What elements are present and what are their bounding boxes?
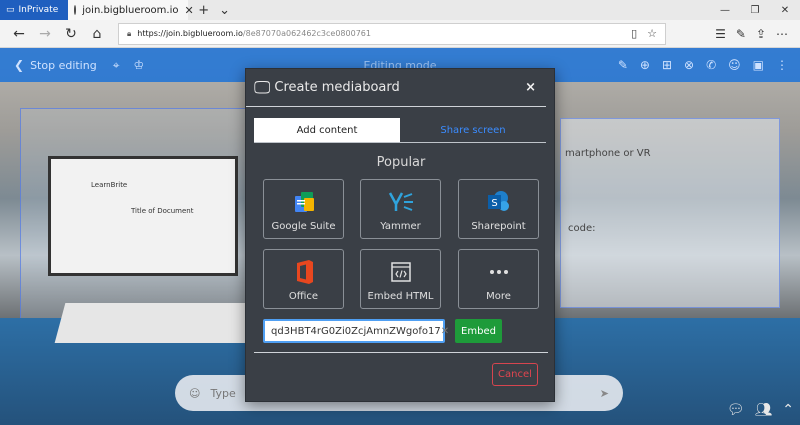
people-icon[interactable]: 👥︎ bbox=[754, 402, 772, 418]
monitor-icon: 🖵︎ bbox=[254, 77, 271, 98]
scene-document-board: LearnBrite Title of Document bbox=[48, 156, 238, 276]
send-icon[interactable]: ➤ bbox=[600, 387, 609, 400]
tile-label: Google Suite bbox=[271, 221, 336, 232]
corner-buttons: 💬︎ 👥︎ ⌃ bbox=[727, 402, 794, 418]
edit-list-icon[interactable]: ✎ bbox=[618, 58, 628, 72]
emoji-icon[interactable]: ☺ bbox=[189, 387, 200, 400]
stop-editing-button[interactable]: ❮ Stop editing ⌖ ♔ bbox=[0, 58, 144, 73]
embed-code-input[interactable]: qd3HBT4rG0Zi0ZcjAmnZWgofo17 ✕ bbox=[263, 319, 449, 343]
scene-doc-title: Title of Document bbox=[131, 207, 194, 215]
browser-tools: ☰ ✎ ⇪ ⋯ bbox=[715, 27, 794, 41]
stop-editing-label: Stop editing bbox=[30, 58, 97, 72]
favorite-star-icon[interactable]: ☆ bbox=[647, 27, 657, 40]
share-icon[interactable]: ⇪ bbox=[756, 27, 766, 41]
tile-label: Embed HTML bbox=[367, 291, 434, 302]
toolbar-more-icon[interactable]: ⋮ bbox=[776, 58, 788, 72]
tile-label: More bbox=[486, 291, 511, 302]
refresh-icon[interactable]: ↻ bbox=[58, 26, 84, 42]
chat-bubble-icon[interactable]: 💬︎ bbox=[727, 402, 745, 418]
tile-label: Sharepoint bbox=[471, 221, 526, 232]
pen-icon[interactable]: ✎ bbox=[736, 27, 746, 41]
forward-arrow-icon[interactable]: → bbox=[32, 26, 58, 42]
embed-code-value: qd3HBT4rG0Zi0ZcjAmnZWgofo17 bbox=[271, 325, 441, 337]
browser-tab-bar: ▭ InPrivate join.bigblueroom.io ✕ + ⌄ — … bbox=[0, 0, 800, 20]
dialog-title: Create mediaboard bbox=[274, 80, 400, 95]
app-toolbar-actions: ✎ ⊕ ⊞ ⊗ ✆ ☺ ▣ ⋮ bbox=[618, 58, 800, 72]
inprivate-label: InPrivate bbox=[18, 5, 59, 15]
embed-html-icon bbox=[390, 259, 412, 285]
svg-text:S: S bbox=[491, 198, 497, 209]
back-arrow-icon[interactable]: ← bbox=[6, 26, 32, 42]
tile-google-suite[interactable]: Google Suite bbox=[263, 179, 344, 239]
tile-more[interactable]: More bbox=[458, 249, 539, 309]
tile-label: Yammer bbox=[380, 221, 421, 232]
chevron-left-icon: ❮ bbox=[14, 58, 25, 72]
url-host: https://join.bigblueroom.io bbox=[137, 29, 243, 38]
dialog-close-icon[interactable]: × bbox=[525, 80, 536, 95]
scene-right-text-1: martphone or VR bbox=[565, 148, 651, 159]
favorites-hub-icon[interactable]: ☰ bbox=[715, 27, 726, 41]
window-close-icon[interactable]: ✕ bbox=[770, 5, 800, 16]
minimize-icon[interactable]: — bbox=[710, 5, 740, 16]
trophy-icon[interactable]: ♔ bbox=[133, 58, 144, 72]
home-icon[interactable]: ⌂ bbox=[84, 26, 110, 42]
more-menu-icon[interactable]: ⋯ bbox=[776, 27, 788, 41]
tab-share-screen[interactable]: Share screen bbox=[400, 118, 546, 142]
inprivate-badge: ▭ InPrivate bbox=[0, 0, 69, 20]
scene-wall-right bbox=[560, 118, 780, 308]
address-bar[interactable]: 🔒︎ https://join.bigblueroom.io/8e87070a0… bbox=[118, 22, 666, 45]
lock-icon: 🔒︎ bbox=[127, 28, 132, 38]
inprivate-icon: ▭ bbox=[6, 5, 15, 15]
tile-sharepoint[interactable]: S Sharepoint bbox=[458, 179, 539, 239]
scene-doc-brand: LearnBrite bbox=[91, 181, 128, 189]
new-tab-icon[interactable]: + bbox=[198, 3, 209, 18]
dialog-tabs: Add content Share screen bbox=[254, 118, 546, 143]
globe-icon bbox=[74, 5, 77, 15]
browser-tab[interactable]: join.bigblueroom.io ✕ bbox=[68, 0, 194, 20]
tile-label: Office bbox=[288, 291, 319, 302]
maximize-icon[interactable]: ❐ bbox=[740, 5, 770, 16]
scene-right-text-2: code: bbox=[568, 223, 596, 234]
embed-button[interactable]: Embed bbox=[455, 319, 502, 343]
create-mediaboard-dialog: 🖵︎ Create mediaboard × Add content Share… bbox=[245, 68, 555, 402]
location-pin-icon[interactable]: ⌖ bbox=[113, 58, 120, 73]
clear-input-icon[interactable]: ✕ bbox=[441, 326, 449, 337]
browser-tab-title: join.bigblueroom.io bbox=[82, 4, 179, 16]
tab-list-chevron-icon[interactable]: ⌄ bbox=[219, 3, 230, 18]
office-icon bbox=[291, 259, 317, 285]
more-icon bbox=[488, 259, 510, 285]
tab-close-icon[interactable]: ✕ bbox=[185, 4, 194, 17]
dialog-header: 🖵︎ Create mediaboard × bbox=[246, 69, 546, 107]
expand-up-icon[interactable]: ⌃ bbox=[782, 402, 794, 418]
sharepoint-icon: S bbox=[486, 189, 512, 215]
tab-add-content[interactable]: Add content bbox=[254, 118, 400, 142]
add-user-icon[interactable]: ☺ bbox=[728, 58, 741, 72]
google-suite-icon bbox=[291, 189, 317, 215]
reading-view-icon[interactable]: ▯ bbox=[631, 27, 637, 40]
popular-heading: Popular bbox=[376, 155, 426, 170]
add-board-icon[interactable]: ⊞ bbox=[662, 58, 672, 72]
chat-input[interactable]: Type bbox=[210, 387, 235, 400]
remove-icon[interactable]: ⊗ bbox=[684, 58, 694, 72]
screen-icon[interactable]: ▣ bbox=[753, 58, 764, 72]
embed-row: qd3HBT4rG0Zi0ZcjAmnZWgofo17 ✕ Embed bbox=[263, 319, 553, 343]
tile-yammer[interactable]: Yammer bbox=[360, 179, 441, 239]
address-toolbar: ← → ↻ ⌂ 🔒︎ https://join.bigblueroom.io/8… bbox=[0, 20, 800, 48]
phone-icon[interactable]: ✆ bbox=[706, 58, 716, 72]
tile-embed-html[interactable]: Embed HTML bbox=[360, 249, 441, 309]
add-location-icon[interactable]: ⊕ bbox=[640, 58, 650, 72]
yammer-icon bbox=[387, 189, 415, 215]
url-path: /8e87070a062462c3ce0800761 bbox=[242, 29, 371, 38]
dialog-footer-divider bbox=[254, 352, 548, 353]
tile-office[interactable]: Office bbox=[263, 249, 344, 309]
cancel-button[interactable]: Cancel bbox=[492, 363, 538, 386]
window-controls: — ❐ ✕ bbox=[710, 5, 800, 16]
